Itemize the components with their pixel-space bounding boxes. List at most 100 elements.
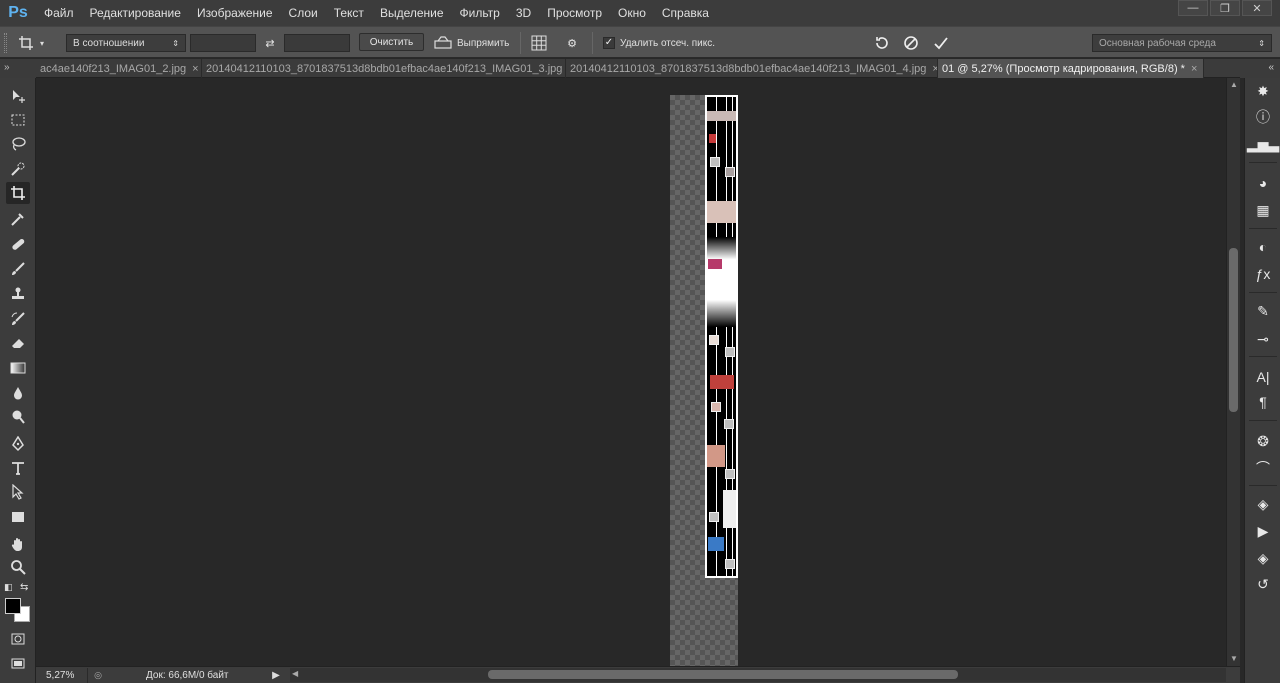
lasso-tool[interactable]	[6, 133, 30, 155]
crop-tool[interactable]	[6, 182, 30, 204]
brush-tool[interactable]	[6, 258, 30, 280]
history-panel-icon[interactable]: ↺	[1251, 573, 1275, 595]
gear-icon[interactable]: ⚙	[561, 32, 583, 54]
scroll-left-icon[interactable]: ◀	[292, 669, 298, 678]
menu-select[interactable]: Выделение	[372, 0, 452, 26]
scroll-down-icon[interactable]: ▼	[1230, 654, 1238, 663]
menu-view[interactable]: Просмотр	[539, 0, 610, 26]
vertical-scroll-thumb[interactable]	[1229, 248, 1238, 412]
menu-layers[interactable]: Слои	[281, 0, 326, 26]
document-tab-bar: ac4ae140f213_IMAG01_2.jpg × 201404121101…	[36, 59, 1240, 78]
move-tool[interactable]	[6, 85, 30, 107]
bandage-icon	[12, 238, 25, 250]
zoom-level-field[interactable]: 5,27%	[36, 667, 88, 683]
horizontal-scrollbar[interactable]: ◀	[290, 668, 1226, 682]
menu-window[interactable]: Окно	[610, 0, 654, 26]
ratio-select[interactable]: В соотношении ⇕	[66, 34, 186, 52]
clone-stamp-tool[interactable]	[6, 283, 30, 305]
paragraph-panel-icon[interactable]: ¶	[1251, 391, 1275, 413]
clear-button[interactable]: Очистить	[359, 33, 424, 51]
tab-01-active[interactable]: 01 @ 5,27% (Просмотр кадрирования, RGB/8…	[938, 59, 1204, 78]
zoom-tool[interactable]	[6, 556, 30, 578]
swap-colors-icon[interactable]: ⇆	[20, 582, 28, 593]
image-thumbnail	[709, 134, 716, 143]
pen-tool[interactable]	[6, 433, 30, 455]
path-selection-tool[interactable]	[6, 481, 30, 503]
quick-mask-icon	[11, 633, 25, 645]
close-window-button[interactable]: ✕	[1242, 0, 1272, 16]
type-tool[interactable]	[6, 457, 30, 479]
layers-panel-icon[interactable]: ◈	[1251, 547, 1275, 569]
tool-preset-picker[interactable]: ▾	[18, 32, 58, 54]
commit-crop-icon[interactable]	[930, 32, 952, 54]
menu-help[interactable]: Справка	[654, 0, 717, 26]
status-info-icon[interactable]: ◎	[88, 670, 108, 681]
delete-cropped-checkbox[interactable]: ✓	[603, 37, 615, 49]
tab-imag01-4[interactable]: 20140412110103_8701837513d8bdb01efbac4ae…	[566, 59, 938, 78]
channels-panel-icon[interactable]: ❂	[1251, 430, 1275, 452]
hand-tool[interactable]	[6, 533, 30, 555]
workspace-select[interactable]: Основная рабочая среда ⇕	[1092, 34, 1272, 52]
adjustments-panel-icon[interactable]: ◐	[1251, 236, 1275, 258]
updown-icon: ⇕	[172, 38, 179, 48]
brush-panel-icon[interactable]: ⊸	[1251, 328, 1275, 350]
quick-mask-button[interactable]	[6, 628, 30, 650]
restore-button[interactable]: ❐	[1210, 0, 1240, 16]
history-brush-tool[interactable]	[6, 308, 30, 330]
cancel-crop-icon[interactable]	[900, 32, 922, 54]
screen-mode-button[interactable]	[6, 653, 30, 675]
scroll-up-icon[interactable]: ▲	[1230, 80, 1238, 89]
eraser-tool[interactable]	[6, 332, 30, 354]
menu-filter[interactable]: Фильтр	[452, 0, 508, 26]
marquee-tool[interactable]	[6, 109, 30, 131]
swatches-panel-icon[interactable]: ▦	[1251, 199, 1275, 221]
eyedropper-tool[interactable]	[6, 208, 30, 230]
tab-imag01-3[interactable]: 20140412110103_8701837513d8bdb01efbac4ae…	[202, 59, 566, 78]
overlay-grid-icon[interactable]	[528, 32, 550, 54]
foreground-color-swatch[interactable]	[5, 598, 21, 614]
menu-edit[interactable]: Редактирование	[82, 0, 189, 26]
delete-cropped-label: Удалить отсеч. пикс.	[620, 37, 716, 49]
delete-cropped-pixels-toggle[interactable]: ✓ Удалить отсеч. пикс.	[603, 34, 715, 52]
vertical-scrollbar[interactable]: ▲ ▼	[1226, 78, 1240, 666]
gradient-tool[interactable]	[6, 357, 30, 379]
color-panel-icon[interactable]: ◕	[1251, 172, 1275, 194]
healing-brush-tool[interactable]	[6, 233, 30, 255]
ratio-height-input[interactable]	[284, 34, 350, 52]
canvas-area[interactable]	[36, 78, 1226, 666]
tab-imag01-2[interactable]: ac4ae140f213_IMAG01_2.jpg ×	[36, 59, 202, 78]
crop-preview-image[interactable]	[705, 95, 738, 578]
styles-panel-icon[interactable]: ƒx	[1251, 263, 1275, 285]
blur-tool[interactable]	[6, 382, 30, 404]
image-thumbnail	[725, 167, 735, 177]
horizontal-scroll-thumb[interactable]	[488, 670, 958, 679]
dodge-tool[interactable]	[6, 406, 30, 428]
collapse-panels-icon[interactable]: «	[1240, 59, 1280, 78]
brush-presets-panel-icon[interactable]: ✎	[1251, 300, 1275, 322]
minimize-button[interactable]: —	[1178, 0, 1208, 16]
quick-selection-tool[interactable]	[6, 158, 30, 180]
collapse-toolbox-icon[interactable]: »	[0, 59, 36, 78]
default-colors-icon[interactable]: ◧	[4, 582, 13, 593]
close-icon[interactable]: ×	[186, 63, 201, 75]
close-icon[interactable]: ×	[1185, 63, 1203, 75]
reset-crop-icon[interactable]	[871, 32, 893, 54]
info-panel-icon[interactable]: ⓘ	[1251, 106, 1275, 128]
menu-file[interactable]: Файл	[36, 0, 82, 26]
3d-panel-icon[interactable]: ◈	[1251, 493, 1275, 515]
straighten-button[interactable]: Выпрямить	[434, 34, 509, 52]
menu-type[interactable]: Текст	[326, 0, 372, 26]
close-icon[interactable]: ×	[926, 63, 937, 75]
status-menu-arrow-icon[interactable]: ▶	[268, 670, 284, 681]
shape-tool[interactable]	[6, 506, 30, 528]
character-panel-icon[interactable]: A|	[1251, 366, 1275, 388]
menu-image[interactable]: Изображение	[189, 0, 281, 26]
histogram-panel-icon[interactable]: ▂▅▃	[1247, 133, 1279, 155]
menu-3d[interactable]: 3D	[508, 0, 539, 26]
options-bar-grip[interactable]	[4, 33, 7, 53]
navigator-panel-icon[interactable]: ✸	[1251, 80, 1275, 102]
swap-ratio-icon[interactable]: ⇄	[259, 32, 281, 54]
actions-panel-icon[interactable]: ▶	[1251, 520, 1275, 542]
paths-panel-icon[interactable]: ⌒	[1251, 457, 1275, 479]
ratio-width-input[interactable]	[190, 34, 256, 52]
